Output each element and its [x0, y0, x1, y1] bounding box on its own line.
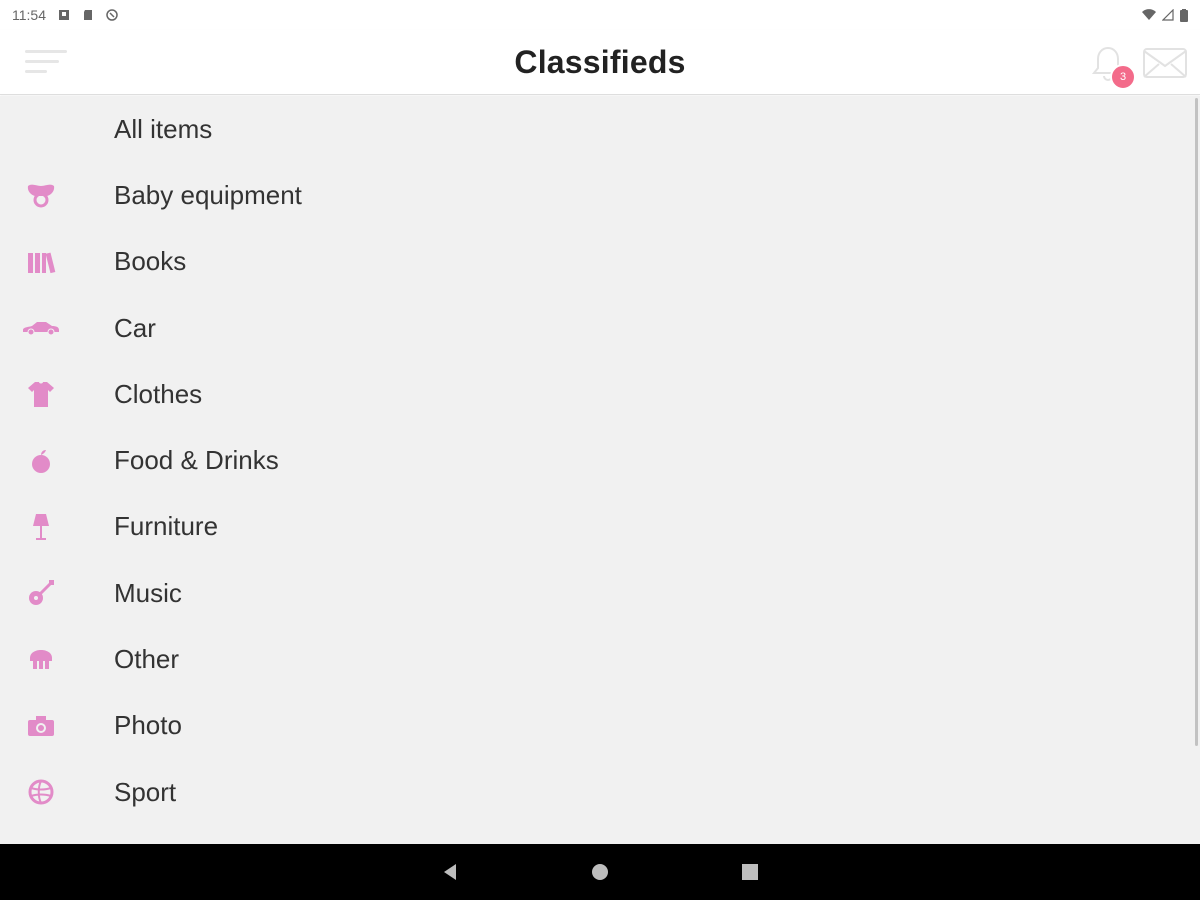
category-item-sport[interactable]: Sport: [0, 759, 1200, 825]
mail-icon: [1143, 48, 1187, 78]
category-item-music[interactable]: Music: [0, 560, 1200, 626]
pacifier-icon: [22, 180, 60, 210]
page-title: Classifieds: [514, 44, 686, 80]
notification-icon: [59, 10, 69, 20]
category-label: Food & Drinks: [114, 445, 279, 476]
lamp-icon: [22, 512, 60, 542]
category-item-books[interactable]: Books: [0, 229, 1200, 295]
back-button[interactable]: [430, 852, 470, 892]
ball-icon: [22, 777, 60, 807]
category-item-food-drinks[interactable]: Food & Drinks: [0, 427, 1200, 493]
category-label: Clothes: [114, 378, 203, 409]
battery-icon: [1180, 8, 1188, 22]
app-bar: Classifieds 3: [0, 30, 1200, 95]
category-item-furniture[interactable]: Furniture: [0, 494, 1200, 560]
sd-card-icon: [84, 10, 92, 20]
category-label: Music: [114, 577, 182, 608]
navigation-bar: [0, 844, 1200, 900]
category-item-baby-equipment[interactable]: Baby equipment: [0, 162, 1200, 228]
category-label: Baby equipment: [114, 179, 302, 210]
sync-icon: [106, 9, 118, 21]
category-item-car[interactable]: Car: [0, 295, 1200, 361]
category-label: Sport: [114, 776, 177, 807]
category-item-clothes[interactable]: Clothes: [0, 361, 1200, 427]
car-icon: [22, 313, 60, 343]
category-list: All items Baby equipment Books Car Cloth…: [0, 96, 1200, 825]
tshirt-icon: [22, 379, 60, 409]
category-item-photo[interactable]: Photo: [0, 693, 1200, 759]
category-item-all-items[interactable]: All items: [0, 96, 1200, 162]
books-icon: [22, 247, 60, 277]
category-label: Furniture: [114, 511, 219, 542]
category-list-container: All items Baby equipment Books Car Cloth…: [0, 96, 1200, 844]
status-time: 11:54: [12, 7, 46, 23]
status-bar: 11:54: [0, 0, 1200, 30]
recents-icon: [742, 864, 758, 880]
category-label: Car: [114, 312, 156, 343]
guitar-icon: [22, 578, 60, 608]
messages-button[interactable]: [1141, 46, 1189, 80]
notification-badge: 3: [1110, 64, 1136, 90]
category-label: Other: [114, 644, 180, 675]
home-icon: [592, 864, 608, 880]
category-label: All items: [114, 113, 213, 144]
category-item-other[interactable]: Other: [0, 626, 1200, 692]
camera-icon: [22, 711, 60, 741]
back-icon: [444, 864, 456, 880]
category-label: Books: [114, 246, 187, 277]
apple-icon: [22, 446, 60, 476]
home-button[interactable]: [580, 852, 620, 892]
other-icon: [22, 645, 60, 675]
recents-button[interactable]: [730, 852, 770, 892]
category-label: Photo: [114, 710, 182, 741]
cellular-icon: [1162, 9, 1174, 21]
wifi-icon: [1142, 9, 1156, 20]
